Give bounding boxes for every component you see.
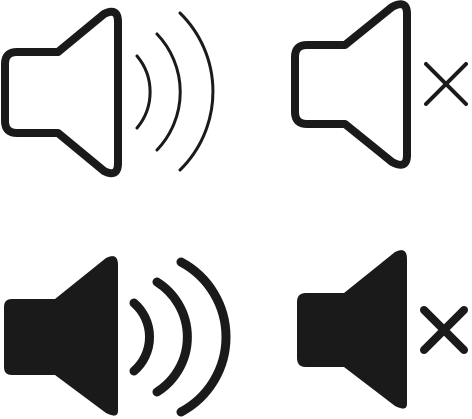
speaker-body bbox=[291, 0, 411, 169]
speaker-volume-filled-icon bbox=[4, 256, 231, 417]
speaker-muted-filled-icon bbox=[297, 250, 468, 409]
speaker-muted-outline-icon bbox=[291, 0, 468, 169]
sound-waves bbox=[129, 257, 231, 417]
wave-large bbox=[178, 11, 215, 172]
wave-small bbox=[135, 54, 152, 130]
speaker-volume-outline-icon bbox=[1, 7, 215, 178]
speaker-body bbox=[4, 256, 118, 416]
wave-medium bbox=[155, 32, 182, 152]
sound-waves bbox=[135, 11, 215, 172]
wave-medium bbox=[152, 277, 192, 397]
wave-small bbox=[129, 298, 155, 376]
speaker-body bbox=[1, 7, 122, 178]
speaker-icon-sheet bbox=[1, 0, 468, 417]
mute-x-mark bbox=[424, 62, 468, 106]
speaker-body bbox=[297, 250, 407, 409]
mute-x-mark bbox=[420, 306, 468, 354]
